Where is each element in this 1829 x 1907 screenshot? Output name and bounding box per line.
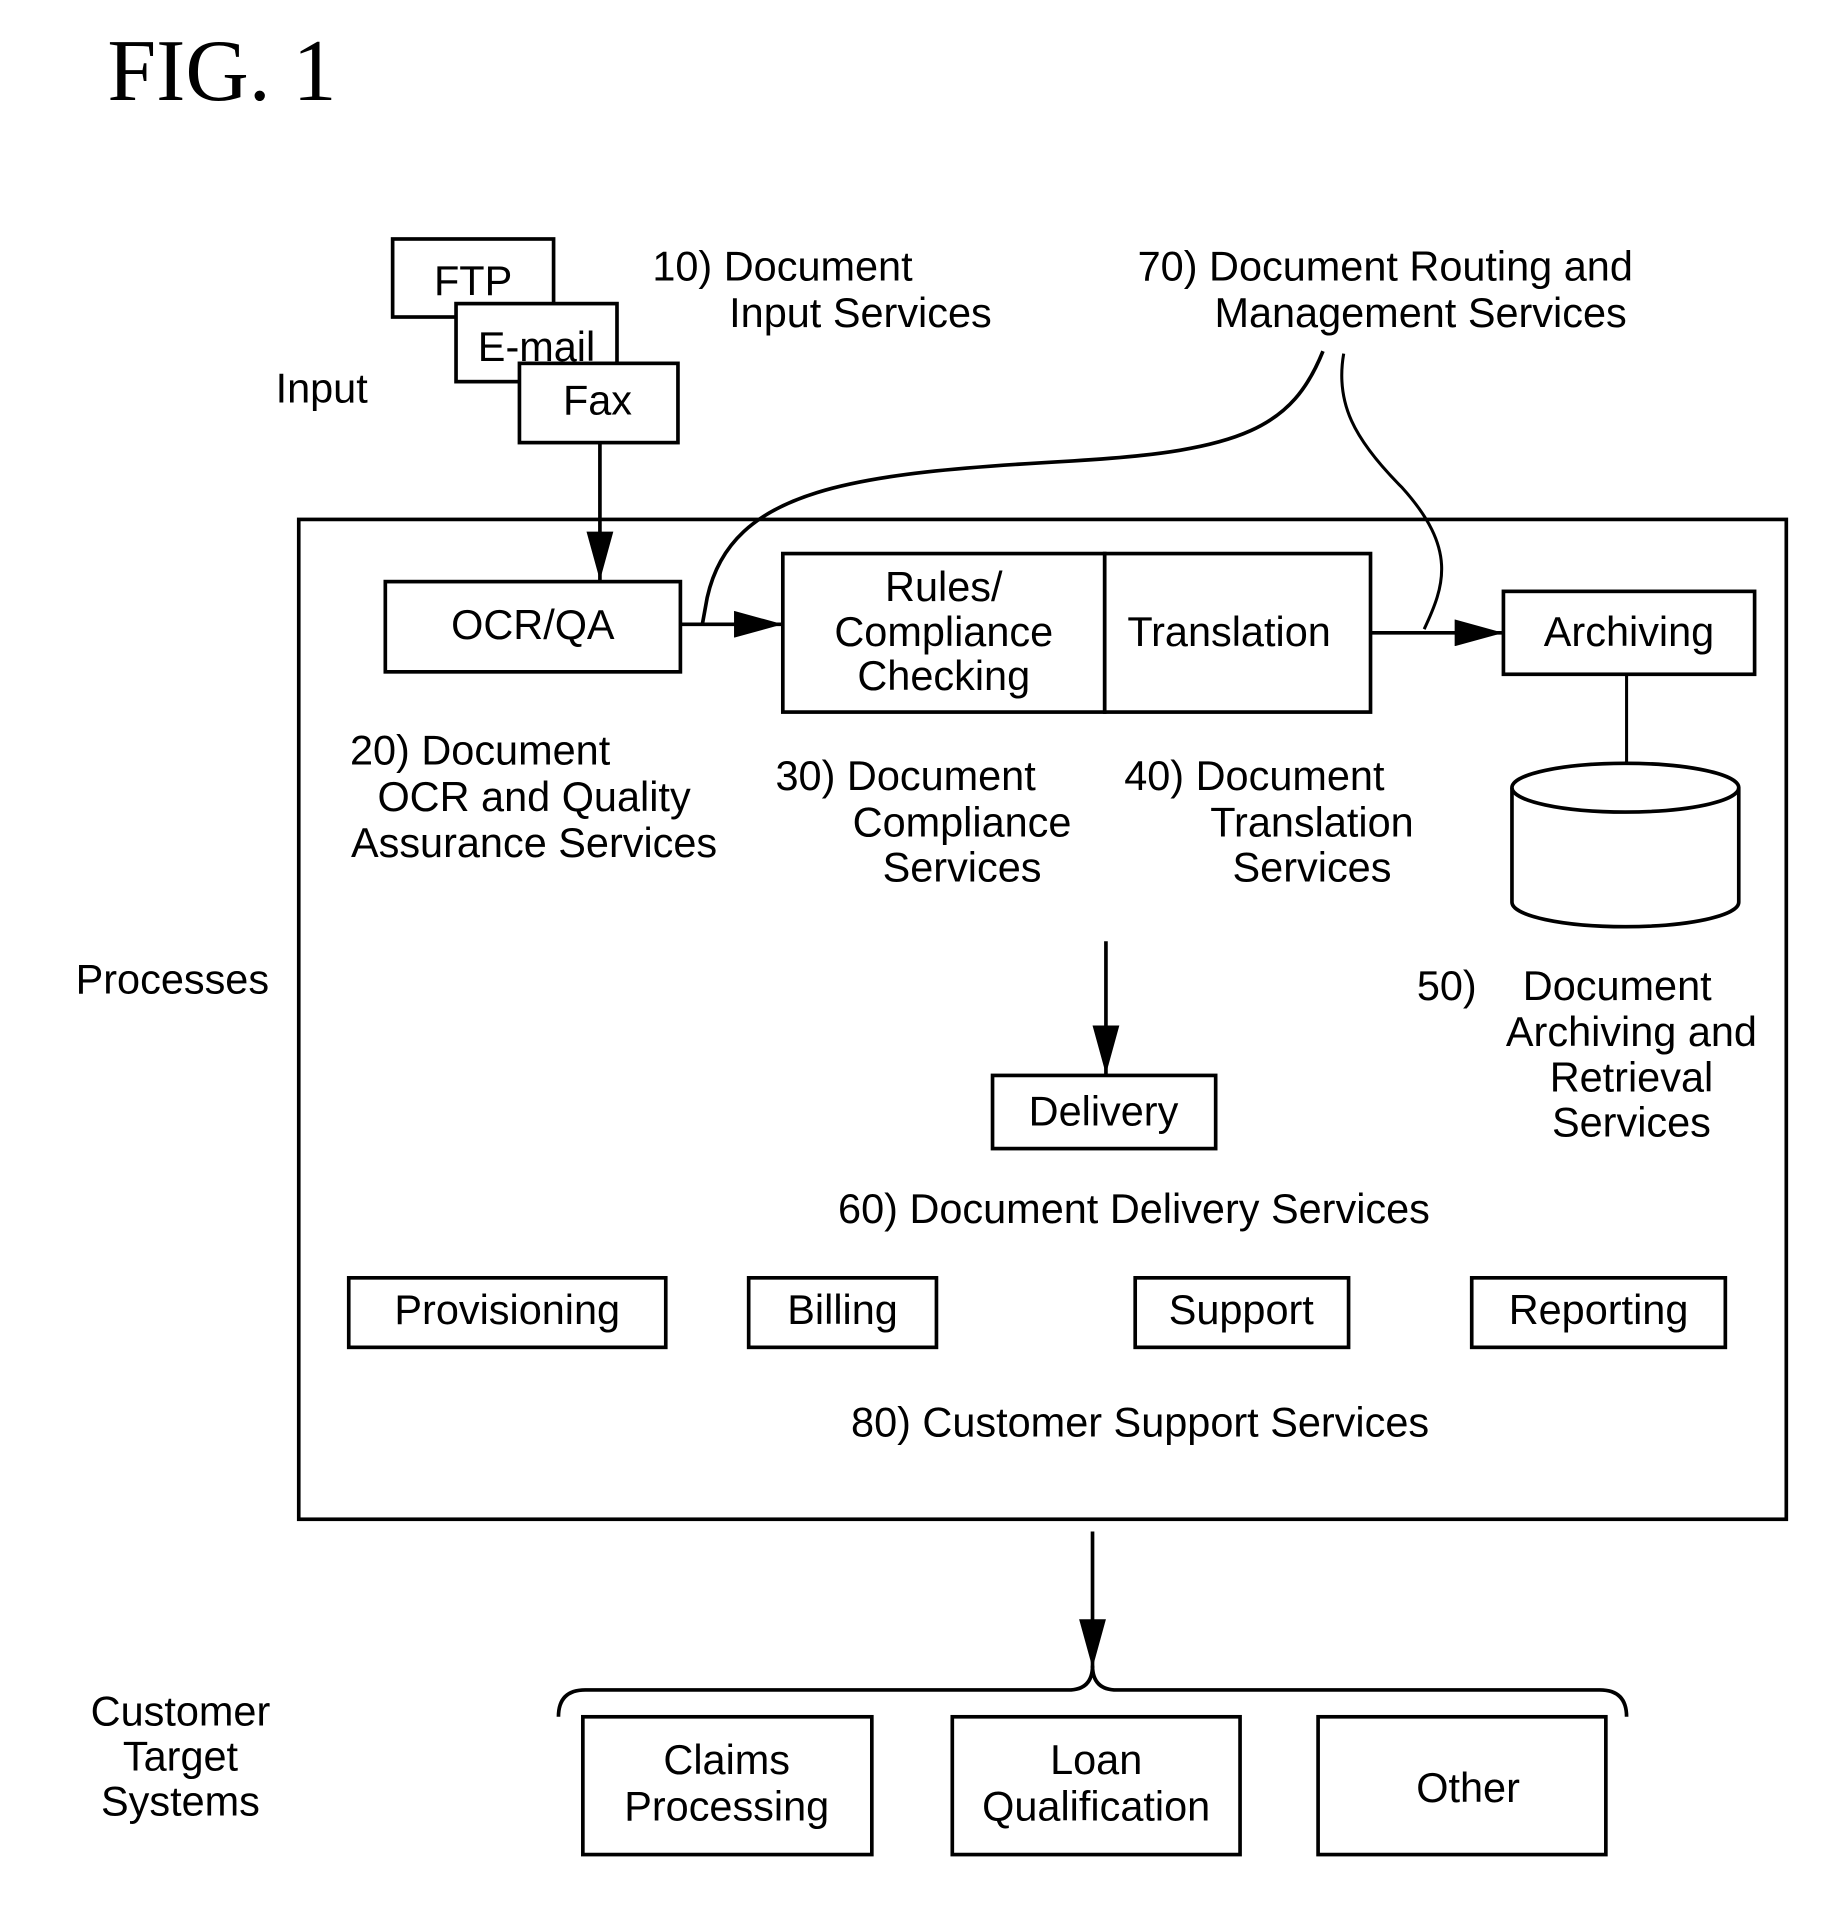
billing-label: Billing (787, 1286, 898, 1333)
service-80-label: 80) Customer Support Services (851, 1398, 1429, 1445)
targets-side-label-line1: Customer (91, 1687, 271, 1734)
archive-database-icon (1510, 761, 1741, 929)
provisioning-label: Provisioning (394, 1286, 620, 1333)
targets-side-label-line3: Systems (101, 1778, 260, 1825)
service-30-label-line1: 30) Document (775, 752, 1036, 799)
service-50-label-line2: Archiving and (1506, 1008, 1757, 1055)
service-30-label-line2: Compliance (853, 798, 1072, 845)
input-ftp-label: FTP (434, 257, 512, 304)
service-40-label-line2: Translation (1210, 798, 1413, 845)
target-systems-brace (556, 1665, 1629, 1717)
reporting-label: Reporting (1509, 1286, 1689, 1333)
archiving-box: Archiving (1501, 589, 1757, 677)
loan-label-line1: Loan (1050, 1736, 1142, 1783)
delivery-label: Delivery (1029, 1087, 1179, 1134)
billing-box: Billing (746, 1276, 939, 1350)
service-50-label-line4: Services (1552, 1098, 1711, 1145)
figure-title: FIG. 1 (107, 22, 336, 119)
loan-qualification-box: Loan Qualification (950, 1714, 1242, 1857)
service-50-label-line3: Retrieval (1550, 1053, 1714, 1100)
service-40-label-line1: 40) Document (1124, 752, 1385, 799)
loan-label-line2: Qualification (982, 1782, 1210, 1829)
service-40-label-line3: Services (1233, 844, 1392, 891)
other-label: Other (1416, 1764, 1520, 1811)
service-20-label-line2: OCR and Quality (377, 773, 690, 820)
processes-side-label: Processes (76, 956, 269, 1003)
rules-compliance-box: Rules/ Compliance Checking (780, 551, 1107, 714)
service-70-label-line2: Management Services (1214, 289, 1626, 336)
delivery-box: Delivery (990, 1073, 1218, 1151)
service-20-label-line3: Assurance Services (351, 819, 717, 866)
targets-side-label-line2: Target (123, 1732, 239, 1779)
reporting-box: Reporting (1469, 1276, 1728, 1350)
figure-canvas: FIG. 1 FTP E-mail Fax Input 10) Document… (76, 22, 1789, 1857)
rules-label-line3: Checking (857, 652, 1030, 699)
support-box: Support (1133, 1276, 1351, 1350)
service-20-label-line1: 20) Document (350, 727, 611, 774)
ocr-qa-label: OCR/QA (451, 601, 615, 648)
support-label: Support (1169, 1286, 1315, 1333)
archiving-label: Archiving (1544, 608, 1714, 655)
service-60-label: 60) Document Delivery Services (838, 1185, 1430, 1232)
other-box: Other (1316, 1714, 1608, 1857)
input-fax-box: Fax (517, 361, 680, 445)
translation-box: Translation (1102, 551, 1373, 714)
input-side-label: Input (276, 364, 369, 411)
service-70-label-line1: 70) Document Routing and (1138, 242, 1633, 289)
claims-processing-box: Claims Processing (581, 1714, 874, 1857)
claims-label-line1: Claims (663, 1736, 790, 1783)
service-10-label-line1: 10) Document (652, 242, 913, 289)
translation-label: Translation (1127, 608, 1330, 655)
service-50-label-line1: 50) Document (1417, 962, 1712, 1009)
service-30-label-line3: Services (883, 844, 1042, 891)
rules-label-line2: Compliance (834, 608, 1053, 655)
input-fax-label: Fax (563, 377, 632, 424)
provisioning-box: Provisioning (346, 1276, 668, 1350)
claims-label-line2: Processing (624, 1782, 829, 1829)
ocr-qa-box: OCR/QA (383, 579, 683, 674)
rules-label-line1: Rules/ (885, 563, 1003, 610)
service-10-label-line2: Input Services (729, 289, 992, 336)
